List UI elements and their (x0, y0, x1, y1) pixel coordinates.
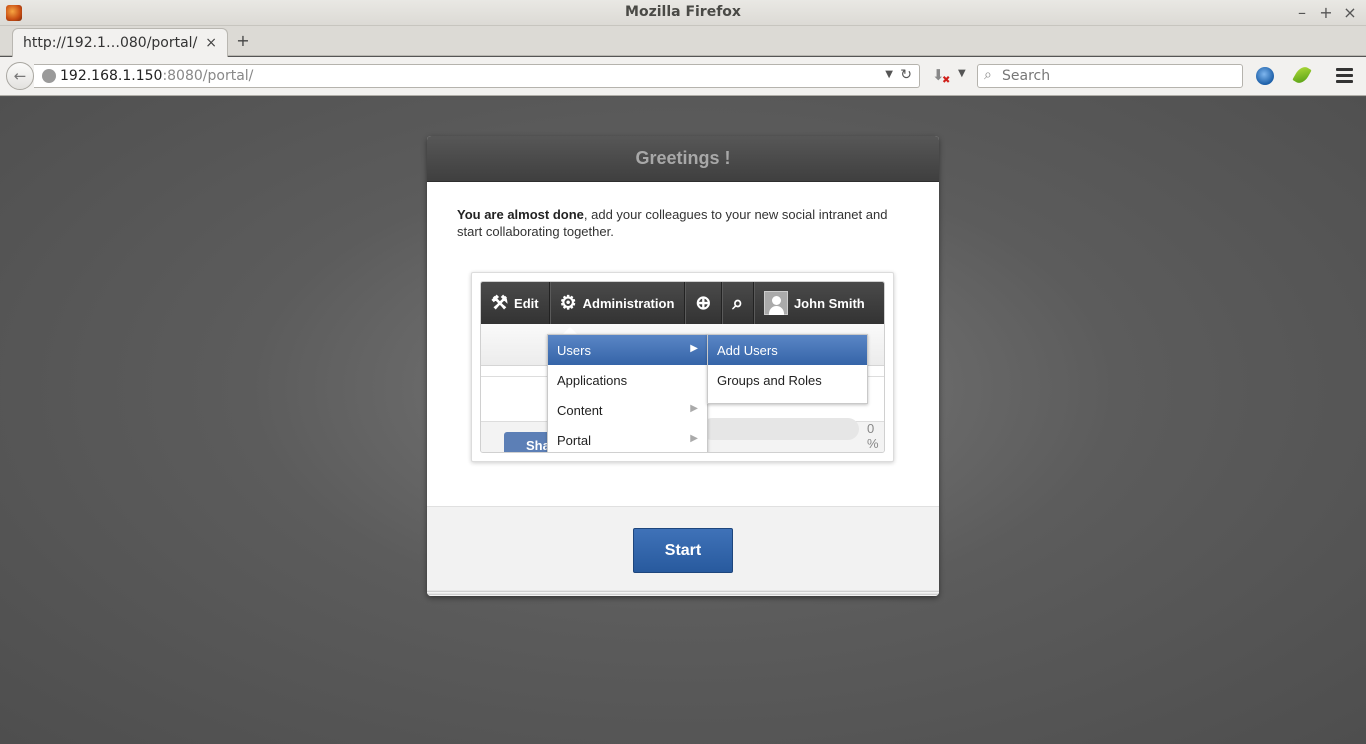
intro-bold: You are almost done (457, 207, 584, 222)
chevron-right-icon: ▶ (690, 343, 698, 354)
window-controls: – + × (1294, 3, 1358, 22)
window-titlebar: Mozilla Firefox – + × (0, 0, 1366, 26)
preview-edit-label: Edit (514, 295, 539, 311)
preview-users-submenu: Add Users Groups and Roles (707, 334, 868, 404)
menu-item-users: Users ▶ (548, 335, 707, 365)
dialog-footer: Start (427, 506, 939, 590)
close-window-button[interactable]: × (1342, 3, 1358, 22)
preview-administration: ⚙ Administration (550, 282, 686, 324)
preview-toolbar: ⚒ Edit ⚙ Administration ⊕ ⌕ John Smith (481, 282, 884, 324)
extension-globe-icon[interactable] (1256, 67, 1274, 85)
minimize-button[interactable]: – (1294, 3, 1310, 22)
preview-search: ⌕ (722, 282, 754, 324)
back-button[interactable]: ← (6, 62, 34, 90)
search-placeholder: Search (1002, 68, 1051, 84)
dialog-stack-edge (427, 590, 939, 596)
url-host: 192.168.1.150 (60, 68, 163, 84)
preview-progress-percent: 0 % (867, 421, 879, 451)
preview-frame: ⚒ Edit ⚙ Administration ⊕ ⌕ John Smith S… (480, 281, 885, 453)
preview-progress-bar (701, 418, 859, 440)
url-bar[interactable]: 192.168.1.150:8080/portal/ ▼ ↻ (34, 64, 920, 88)
reload-icon[interactable]: ↻ (900, 67, 912, 83)
start-button[interactable]: Start (633, 528, 733, 573)
chevron-right-icon: ▶ (690, 433, 698, 444)
preview-add: ⊕ (685, 282, 723, 324)
wrench-icon: ⚒ (491, 292, 509, 314)
download-error-icon: ✖ (942, 75, 951, 86)
submenu-item-add-users: Add Users (708, 335, 867, 365)
tab-portal[interactable]: http://192.1…080/portal/ × (12, 28, 228, 57)
url-history-dropdown-icon[interactable]: ▼ (885, 69, 893, 80)
globe-icon (42, 69, 56, 83)
preview-illustration: ⚒ Edit ⚙ Administration ⊕ ⌕ John Smith S… (471, 272, 894, 462)
tab-close-icon[interactable]: × (205, 35, 217, 51)
avatar (763, 291, 788, 315)
tab-title: http://192.1…080/portal/ (23, 35, 198, 51)
search-icon: ⌕ (984, 67, 992, 83)
add-circle-icon: ⊕ (695, 292, 712, 314)
menu-item-applications: Applications (557, 373, 628, 388)
preview-admin-menu: Users ▶ Applications Content ▶ Portal ▶ (547, 334, 708, 452)
back-arrow-icon: ← (13, 67, 27, 85)
menu-item-portal: Portal ▶ (557, 433, 698, 448)
gear-icon: ⚙ (559, 292, 577, 314)
greetings-dialog: Greetings ! You are almost done, add you… (427, 136, 939, 596)
dialog-title: Greetings ! (635, 148, 731, 168)
hamburger-menu-icon[interactable] (1336, 68, 1353, 86)
download-dropdown-icon[interactable]: ▼ (958, 68, 966, 79)
preview-administration-label: Administration (582, 295, 675, 311)
intro-text: You are almost done, add your colleagues… (457, 206, 907, 240)
search-bar[interactable]: ⌕ Search (977, 64, 1243, 88)
menu-item-content: Content ▶ (557, 403, 698, 418)
new-tab-button[interactable]: + (234, 31, 252, 50)
magnifier-icon: ⌕ (732, 292, 743, 314)
url-text[interactable]: 192.168.1.150:8080/portal/ (60, 68, 253, 84)
maximize-button[interactable]: + (1318, 3, 1334, 22)
preview-user-name: John Smith (793, 295, 865, 311)
window-title: Mozilla Firefox (625, 4, 741, 20)
menu-pointer (563, 327, 577, 334)
submenu-item-groups-and-roles: Groups and Roles (717, 373, 822, 388)
dialog-body: You are almost done, add your colleagues… (427, 182, 939, 506)
preview-user: John Smith (754, 282, 875, 324)
preview-edit: ⚒ Edit (481, 282, 550, 324)
tab-strip: http://192.1…080/portal/ × + (0, 26, 1366, 57)
url-path: :8080/portal/ (162, 68, 254, 84)
dialog-header: Greetings ! (427, 136, 939, 182)
chevron-right-icon: ▶ (690, 403, 698, 414)
